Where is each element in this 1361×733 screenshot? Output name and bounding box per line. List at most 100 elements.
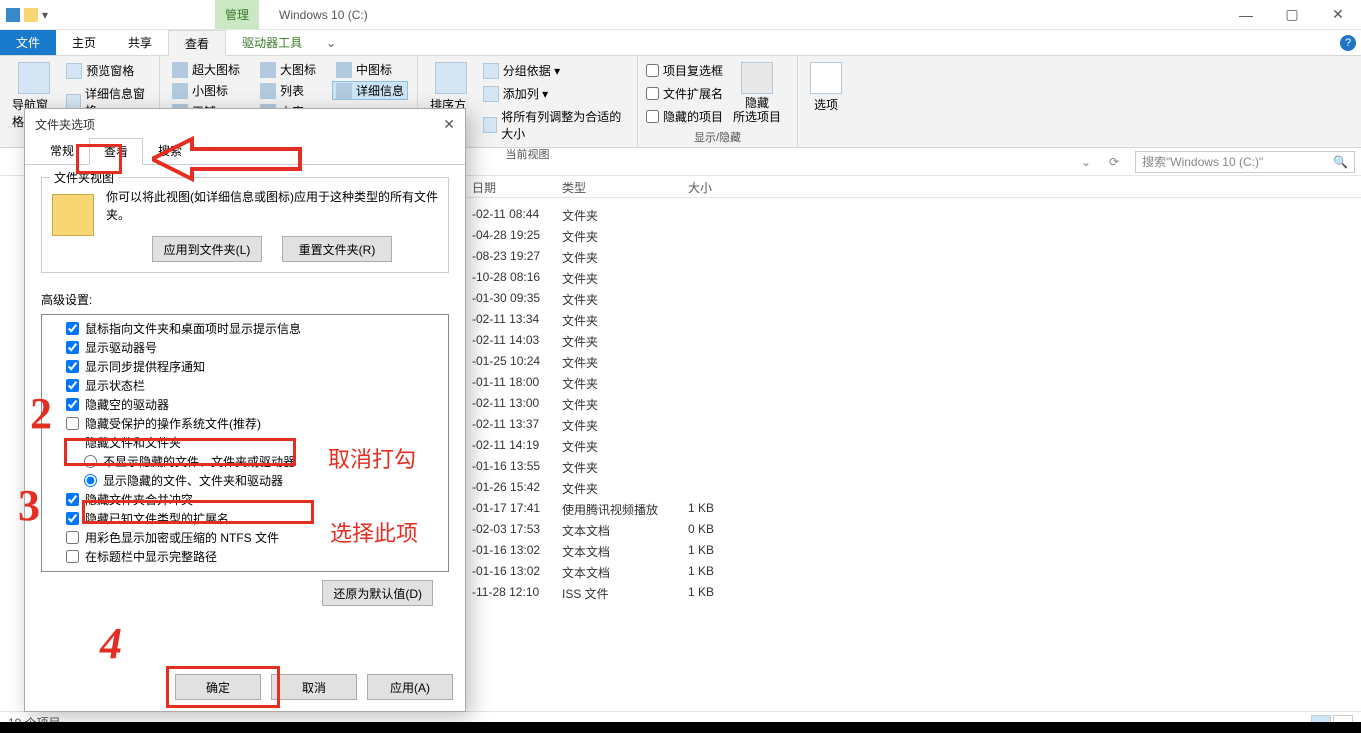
hidden-items-toggle[interactable]: 隐藏的项目 — [646, 106, 723, 127]
maximize-button[interactable]: ▢ — [1269, 0, 1315, 29]
file-row[interactable]: -02-11 14:19文件夹 — [466, 435, 1361, 456]
help-icon: ? — [1340, 35, 1356, 51]
dialog-tab-view[interactable]: 查看 — [89, 138, 143, 165]
advanced-setting-item[interactable]: 显示驱动器号 — [48, 338, 442, 357]
file-row[interactable]: -01-16 13:55文件夹 — [466, 456, 1361, 477]
taskbar-strip — [0, 722, 1361, 733]
restore-defaults-button[interactable]: 还原为默认值(D) — [322, 580, 433, 606]
advanced-settings-label: 高级设置: — [41, 291, 449, 308]
column-type[interactable]: 类型 — [556, 176, 682, 197]
close-button[interactable]: ✕ — [1315, 0, 1361, 29]
folder-icon — [52, 194, 94, 236]
context-tab-manage[interactable]: 管理 — [215, 0, 259, 29]
file-row[interactable]: -10-28 08:16文件夹 — [466, 267, 1361, 288]
reset-folders-button[interactable]: 重置文件夹(R) — [282, 236, 392, 262]
folder-options-dialog: 文件夹选项 ✕ 常规 查看 搜索 文件夹视图 你可以将此视图(如详细信息或图标)… — [24, 108, 466, 712]
item-checkboxes-toggle[interactable]: 项目复选框 — [646, 60, 723, 81]
advanced-setting-item[interactable]: 隐藏已知文件类型的扩展名 — [48, 509, 442, 528]
file-row[interactable]: -11-28 12:10ISS 文件1 KB — [466, 582, 1361, 603]
group-by-icon — [483, 63, 499, 79]
advanced-setting-item[interactable]: 不显示隐藏的文件、文件夹或驱动器 — [48, 452, 442, 471]
sort-icon — [435, 62, 467, 94]
advanced-setting-item[interactable]: 显示隐藏的文件、文件夹和驱动器 — [48, 471, 442, 490]
ribbon-collapse-icon[interactable]: ⌄ — [318, 30, 344, 55]
layout-medium[interactable]: 中图标 — [332, 60, 408, 79]
file-row[interactable]: -01-11 18:00文件夹 — [466, 372, 1361, 393]
tab-drive-tools[interactable]: 驱动器工具 — [226, 30, 318, 55]
dialog-titlebar[interactable]: 文件夹选项 ✕ — [25, 109, 465, 139]
advanced-setting-item[interactable]: 隐藏文件和文件夹 — [48, 433, 442, 452]
file-row[interactable]: -01-26 15:42文件夹 — [466, 477, 1361, 498]
fit-columns-button[interactable]: 将所有列调整为合适的大小 — [483, 106, 629, 144]
dialog-close-button[interactable]: ✕ — [443, 116, 455, 133]
layout-list[interactable]: 列表 — [256, 81, 320, 100]
minimize-button[interactable]: — — [1223, 0, 1269, 29]
file-row[interactable]: -02-11 13:34文件夹 — [466, 309, 1361, 330]
tab-view[interactable]: 查看 — [168, 30, 226, 56]
refresh-button[interactable]: ⟳ — [1103, 151, 1125, 173]
cancel-button[interactable]: 取消 — [271, 674, 357, 700]
layout-small[interactable]: 小图标 — [168, 81, 244, 100]
address-dropdown-icon[interactable]: ⌄ — [1075, 151, 1097, 173]
file-row[interactable]: -01-30 09:35文件夹 — [466, 288, 1361, 309]
advanced-setting-item[interactable]: 隐藏文件夹合并冲突 — [48, 490, 442, 509]
column-size[interactable]: 大小 — [682, 176, 808, 197]
advanced-setting-item[interactable]: 鼠标指向文件夹和桌面项时显示提示信息 — [48, 319, 442, 338]
file-row[interactable]: -04-28 19:25文件夹 — [466, 225, 1361, 246]
advanced-setting-item[interactable]: 用彩色显示加密或压缩的 NTFS 文件 — [48, 528, 442, 547]
layout-details[interactable]: 详细信息 — [332, 81, 408, 100]
file-row[interactable]: -01-16 13:02文本文档1 KB — [466, 561, 1361, 582]
file-list-header[interactable]: 日期 类型 大小 — [466, 176, 1361, 198]
apply-button[interactable]: 应用(A) — [367, 674, 453, 700]
options-button[interactable]: 选项 — [806, 60, 846, 115]
advanced-setting-item[interactable]: 在标题栏中显示完整路径 — [48, 547, 442, 566]
help-button[interactable]: ? — [1335, 30, 1361, 55]
preview-pane-toggle[interactable]: 预览窗格 — [66, 60, 151, 81]
nav-pane-icon — [18, 62, 50, 94]
advanced-setting-item[interactable]: 显示状态栏 — [48, 376, 442, 395]
preview-pane-icon — [66, 63, 82, 79]
file-row[interactable]: -01-25 10:24文件夹 — [466, 351, 1361, 372]
group-by-button[interactable]: 分组依据 ▾ — [483, 60, 629, 81]
file-row[interactable]: -02-11 08:44文件夹 — [466, 204, 1361, 225]
ok-button[interactable]: 确定 — [175, 674, 261, 700]
app-icon — [6, 8, 20, 22]
advanced-setting-item[interactable]: 隐藏受保护的操作系统文件(推荐) — [48, 414, 442, 433]
file-row[interactable]: -08-23 19:27文件夹 — [466, 246, 1361, 267]
file-row[interactable]: -02-11 14:03文件夹 — [466, 330, 1361, 351]
advanced-setting-item[interactable]: 显示同步提供程序通知 — [48, 357, 442, 376]
folder-view-description: 你可以将此视图(如详细信息或图标)应用于这种类型的所有文件夹。 — [106, 188, 438, 224]
search-input[interactable]: 搜索"Windows 10 (C:)" 🔍 — [1135, 151, 1355, 173]
file-extensions-toggle[interactable]: 文件扩展名 — [646, 83, 723, 104]
dialog-tabs: 常规 查看 搜索 — [25, 139, 465, 165]
advanced-settings-list[interactable]: 鼠标指向文件夹和桌面项时显示提示信息显示驱动器号显示同步提供程序通知显示状态栏隐… — [41, 314, 449, 572]
dialog-tab-search[interactable]: 搜索 — [143, 137, 197, 164]
file-row[interactable]: -01-17 17:41使用腾讯视频播放1 KB — [466, 498, 1361, 519]
file-row[interactable]: -02-11 13:37文件夹 — [466, 414, 1361, 435]
qat-dropdown-icon[interactable]: ▾ — [42, 8, 48, 22]
hide-selected-icon — [741, 62, 773, 94]
quick-access-toolbar: ▾ — [0, 0, 55, 29]
dialog-title: 文件夹选项 — [35, 116, 95, 133]
apply-to-folders-button[interactable]: 应用到文件夹(L) — [152, 236, 262, 262]
hide-selected-button[interactable]: 隐藏 所选项目 — [729, 60, 785, 127]
layout-large[interactable]: 大图标 — [256, 60, 320, 79]
column-date[interactable]: 日期 — [466, 176, 556, 197]
advanced-setting-item[interactable]: 隐藏空的驱动器 — [48, 395, 442, 414]
file-list[interactable]: -02-11 08:44文件夹-04-28 19:25文件夹-08-23 19:… — [466, 204, 1361, 715]
file-row[interactable]: -01-16 13:02文本文档1 KB — [466, 540, 1361, 561]
file-row[interactable]: -02-03 17:53文本文档0 KB — [466, 519, 1361, 540]
search-icon: 🔍 — [1333, 155, 1348, 169]
window-titlebar: ▾ 管理 Windows 10 (C:) — ▢ ✕ — [0, 0, 1361, 30]
layout-xlarge[interactable]: 超大图标 — [168, 60, 244, 79]
folder-view-group-title: 文件夹视图 — [50, 169, 118, 186]
add-columns-button[interactable]: 添加列 ▾ — [483, 83, 629, 104]
ribbon-tabs: 文件 主页 共享 查看 驱动器工具 ⌄ ? — [0, 30, 1361, 56]
tab-share[interactable]: 共享 — [112, 30, 168, 55]
tab-home[interactable]: 主页 — [56, 30, 112, 55]
dialog-tab-general[interactable]: 常规 — [35, 137, 89, 164]
tab-file[interactable]: 文件 — [0, 30, 56, 55]
folder-view-group: 文件夹视图 你可以将此视图(如详细信息或图标)应用于这种类型的所有文件夹。 应用… — [41, 177, 449, 273]
file-row[interactable]: -02-11 13:00文件夹 — [466, 393, 1361, 414]
options-icon — [810, 62, 842, 94]
